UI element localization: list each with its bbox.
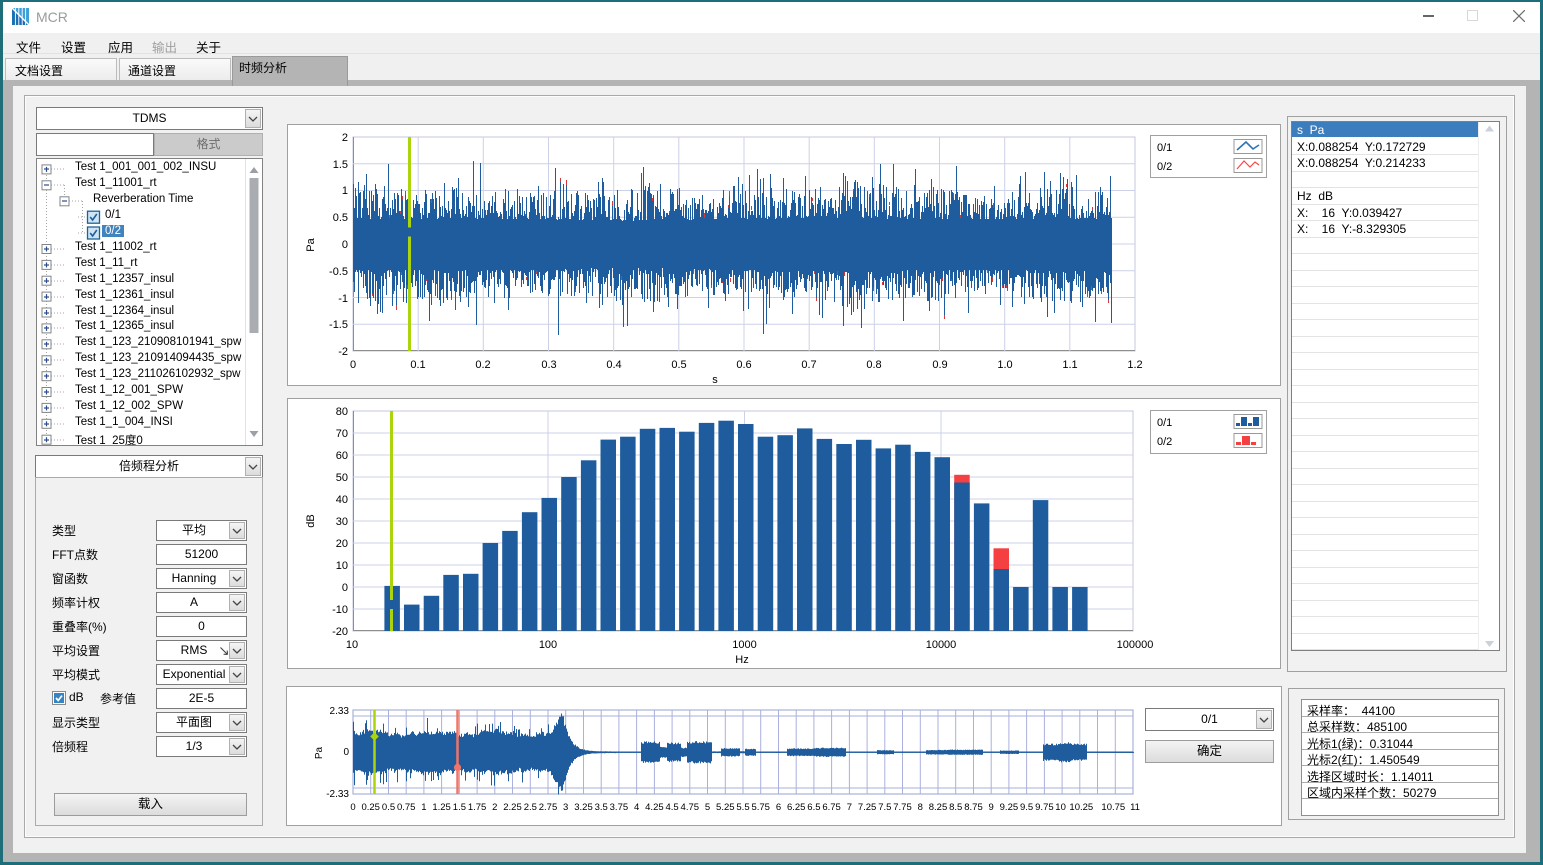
svg-text:0.9: 0.9 <box>932 359 947 371</box>
svg-text:0.3: 0.3 <box>541 359 556 371</box>
svg-text:5.75: 5.75 <box>751 802 770 813</box>
svg-text:40: 40 <box>336 494 348 506</box>
svg-text:10.25: 10.25 <box>1069 802 1093 813</box>
svg-text:1.5: 1.5 <box>453 802 466 813</box>
svg-text:80: 80 <box>336 406 348 418</box>
svg-text:1.75: 1.75 <box>468 802 487 813</box>
svg-text:-1: -1 <box>338 293 348 305</box>
svg-text:10: 10 <box>336 560 348 572</box>
svg-text:8: 8 <box>918 802 923 813</box>
svg-text:Hz: Hz <box>735 654 748 666</box>
svg-text:6: 6 <box>776 802 781 813</box>
svg-text:4: 4 <box>634 802 639 813</box>
svg-text:1.2: 1.2 <box>1127 359 1142 371</box>
svg-text:2.33: 2.33 <box>330 706 350 717</box>
svg-text:0.5: 0.5 <box>333 212 348 224</box>
svg-text:6.75: 6.75 <box>822 802 841 813</box>
svg-text:2: 2 <box>342 132 348 144</box>
svg-text:8.25: 8.25 <box>929 802 948 813</box>
svg-text:10.75: 10.75 <box>1101 802 1125 813</box>
svg-text:2: 2 <box>492 802 497 813</box>
svg-text:dB: dB <box>305 514 317 527</box>
svg-text:0.6: 0.6 <box>736 359 751 371</box>
svg-text:60: 60 <box>336 450 348 462</box>
svg-text:0: 0 <box>343 747 349 758</box>
svg-text:2.75: 2.75 <box>539 802 558 813</box>
svg-text:1: 1 <box>342 185 348 197</box>
svg-text:1.0: 1.0 <box>997 359 1012 371</box>
svg-text:8.75: 8.75 <box>964 802 983 813</box>
svg-text:-2.33: -2.33 <box>326 789 349 800</box>
svg-text:0: 0 <box>350 802 355 813</box>
svg-text:7.75: 7.75 <box>893 802 912 813</box>
svg-text:70: 70 <box>336 428 348 440</box>
svg-text:6.5: 6.5 <box>807 802 820 813</box>
svg-text:5: 5 <box>705 802 710 813</box>
svg-text:0.2: 0.2 <box>475 359 490 371</box>
svg-text:0: 0 <box>350 359 356 371</box>
svg-text:0.25: 0.25 <box>361 802 380 813</box>
svg-text:0/2: 0/2 <box>1157 436 1172 448</box>
svg-text:-2: -2 <box>338 346 348 358</box>
svg-text:0/1: 0/1 <box>1157 417 1172 429</box>
svg-text:3.5: 3.5 <box>595 802 608 813</box>
svg-text:4.75: 4.75 <box>681 802 700 813</box>
svg-text:10: 10 <box>346 639 358 651</box>
svg-text:9: 9 <box>989 802 994 813</box>
svg-text:9.75: 9.75 <box>1035 802 1054 813</box>
svg-text:7.25: 7.25 <box>858 802 877 813</box>
svg-text:0.4: 0.4 <box>606 359 621 371</box>
svg-text:11: 11 <box>1130 802 1140 813</box>
svg-text:0/1: 0/1 <box>1157 142 1172 154</box>
svg-text:2.5: 2.5 <box>524 802 537 813</box>
svg-text:10000: 10000 <box>926 639 957 651</box>
svg-text:0: 0 <box>342 582 348 594</box>
svg-text:1.1: 1.1 <box>1062 359 1077 371</box>
svg-text:0.7: 0.7 <box>801 359 816 371</box>
svg-text:100000: 100000 <box>1117 639 1154 651</box>
svg-text:4.25: 4.25 <box>645 802 664 813</box>
svg-text:Pa: Pa <box>305 237 317 251</box>
svg-text:1: 1 <box>421 802 426 813</box>
svg-text:-20: -20 <box>332 626 348 638</box>
svg-text:7.5: 7.5 <box>878 802 891 813</box>
svg-text:3: 3 <box>563 802 568 813</box>
svg-text:Pa: Pa <box>314 746 325 759</box>
svg-text:9.5: 9.5 <box>1020 802 1033 813</box>
svg-text:0/2: 0/2 <box>1157 161 1172 173</box>
svg-text:5.25: 5.25 <box>716 802 735 813</box>
svg-text:50: 50 <box>336 472 348 484</box>
svg-text:0.8: 0.8 <box>866 359 881 371</box>
svg-text:s: s <box>712 374 718 386</box>
svg-text:0.5: 0.5 <box>382 802 395 813</box>
svg-text:20: 20 <box>336 538 348 550</box>
svg-text:6.25: 6.25 <box>787 802 806 813</box>
svg-text:1.25: 1.25 <box>432 802 451 813</box>
svg-text:2.25: 2.25 <box>503 802 522 813</box>
svg-text:-1.5: -1.5 <box>329 319 348 331</box>
svg-text:0.75: 0.75 <box>397 802 416 813</box>
svg-text:3.75: 3.75 <box>610 802 629 813</box>
svg-text:10: 10 <box>1055 802 1066 813</box>
svg-text:100: 100 <box>539 639 557 651</box>
svg-text:0.1: 0.1 <box>410 359 425 371</box>
svg-text:5.5: 5.5 <box>736 802 749 813</box>
svg-text:9.25: 9.25 <box>1000 802 1019 813</box>
svg-text:7: 7 <box>847 802 852 813</box>
svg-text:30: 30 <box>336 516 348 528</box>
svg-text:-10: -10 <box>332 604 348 616</box>
svg-text:8.5: 8.5 <box>949 802 962 813</box>
svg-text:-0.5: -0.5 <box>329 266 348 278</box>
svg-text:1.5: 1.5 <box>333 159 348 171</box>
svg-text:0: 0 <box>342 239 348 251</box>
svg-text:4.5: 4.5 <box>665 802 678 813</box>
svg-text:0.5: 0.5 <box>671 359 686 371</box>
svg-text:1000: 1000 <box>732 639 756 651</box>
svg-text:3.25: 3.25 <box>574 802 593 813</box>
